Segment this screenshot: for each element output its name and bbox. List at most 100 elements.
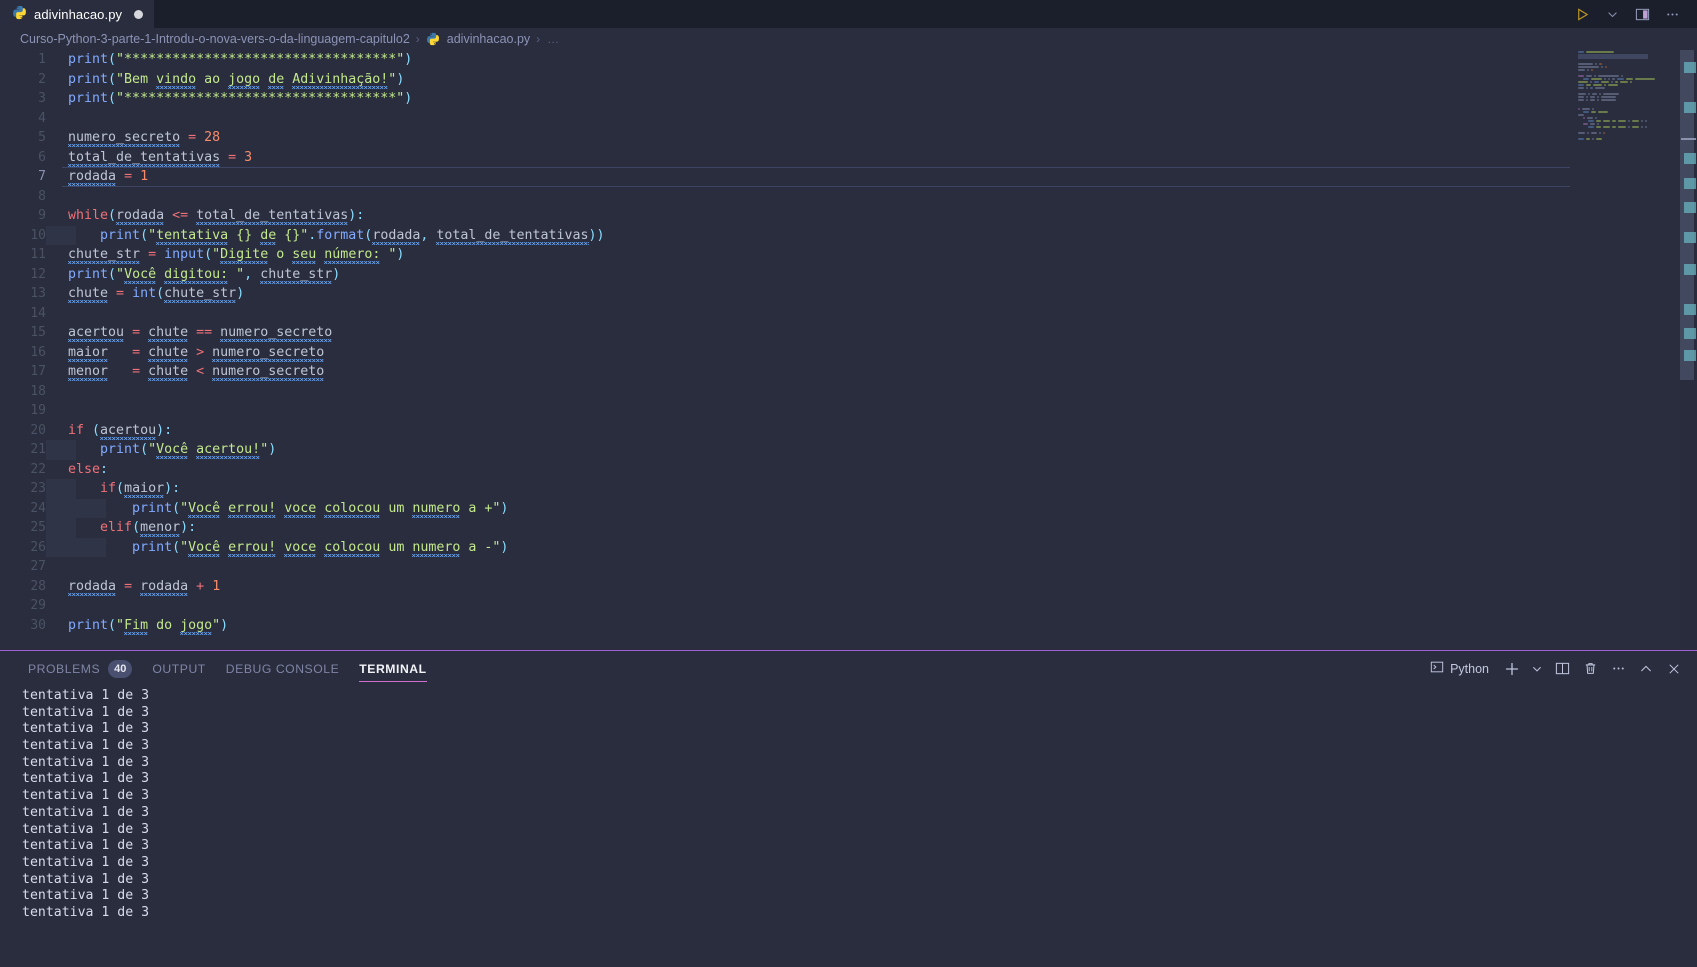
line-number: 21 bbox=[30, 442, 46, 457]
code-line[interactable]: 6 total_de_tentativas = 3 bbox=[0, 148, 1697, 168]
code-line-content[interactable]: print("Você digitou: ", chute_str) bbox=[46, 265, 1697, 285]
code-line-content[interactable]: elif(menor): bbox=[46, 518, 1697, 538]
terminal-line: tentativa 1 de 3 bbox=[22, 721, 150, 737]
line-number: 12 bbox=[30, 266, 46, 282]
code-line[interactable]: 1 print("********************************… bbox=[0, 50, 1697, 70]
code-line-content[interactable]: numero_secreto = 28 bbox=[46, 128, 1697, 148]
code-line-content[interactable]: if(maior): bbox=[46, 479, 1697, 499]
kill-terminal-button[interactable] bbox=[1577, 656, 1603, 682]
terminal-profile-select[interactable]: Python bbox=[1426, 657, 1497, 681]
code-line-content[interactable]: print("*********************************… bbox=[46, 50, 1697, 70]
code-line[interactable]: 17 menor = chute < numero_secreto bbox=[0, 362, 1697, 382]
code-line-content[interactable]: if (acertou): bbox=[46, 421, 1697, 441]
overview-ruler-mark bbox=[1684, 153, 1696, 164]
overview-ruler-mark bbox=[1684, 232, 1696, 243]
more-actions-button[interactable] bbox=[1659, 1, 1685, 27]
code-line[interactable]: 23 if(maior): bbox=[0, 479, 1697, 499]
terminal-line: tentativa 1 de 3 bbox=[22, 904, 150, 920]
code-line-content[interactable]: rodada = 1 bbox=[46, 167, 1697, 187]
breadcrumb-overflow[interactable]: … bbox=[546, 32, 560, 46]
code-line[interactable]: 3 print("********************************… bbox=[0, 89, 1697, 109]
code-line-content[interactable]: total_de_tentativas = 3 bbox=[46, 148, 1697, 168]
terminal-line: tentativa 1 de 3 bbox=[22, 871, 150, 887]
code-editor[interactable]: 1 print("********************************… bbox=[0, 50, 1697, 650]
editor-tab-adivinhacao-py[interactable]: adivinhacao.py bbox=[0, 0, 156, 28]
code-line[interactable]: 15 acertou = chute == numero_secreto bbox=[0, 323, 1697, 343]
code-line[interactable]: 8 bbox=[0, 187, 1697, 207]
code-line[interactable]: 27 bbox=[0, 557, 1697, 577]
maximize-panel-button[interactable] bbox=[1633, 656, 1659, 682]
terminal-profile-dropdown-button[interactable] bbox=[1527, 656, 1547, 682]
run-options-button[interactable] bbox=[1599, 1, 1625, 27]
code-line-content[interactable]: acertou = chute == numero_secreto bbox=[46, 323, 1697, 343]
code-line-content[interactable]: else: bbox=[46, 460, 1697, 480]
problems-count-badge: 40 bbox=[108, 659, 133, 678]
code-line[interactable]: 16 maior = chute > numero_secreto bbox=[0, 343, 1697, 363]
close-panel-button[interactable] bbox=[1661, 656, 1687, 682]
code-line-content[interactable]: print("Você acertou!") bbox=[46, 440, 1697, 460]
code-line-content[interactable]: print("Você errou! voce colocou um numer… bbox=[46, 537, 1697, 557]
code-line[interactable]: 25 elif(menor): bbox=[0, 518, 1697, 538]
line-number: 3 bbox=[38, 91, 46, 106]
unsaved-changes-indicator[interactable] bbox=[134, 9, 144, 19]
code-line-content[interactable]: print("Fim do jogo") bbox=[46, 616, 1697, 636]
new-terminal-button[interactable] bbox=[1499, 656, 1525, 682]
code-lines[interactable]: 1 print("********************************… bbox=[0, 50, 1697, 650]
editor-vertical-scrollbar[interactable] bbox=[1680, 50, 1697, 650]
split-editor-button[interactable] bbox=[1629, 1, 1655, 27]
tab-bar-empty-space bbox=[155, 0, 1569, 28]
code-line[interactable]: 5 numero_secreto = 28 bbox=[0, 128, 1697, 148]
panel-more-actions-button[interactable] bbox=[1605, 656, 1631, 682]
panel-tab-debug-console[interactable]: Debug Console bbox=[216, 651, 349, 686]
line-number: 15 bbox=[30, 325, 46, 340]
editor-tab-bar: adivinhacao.py bbox=[0, 0, 1697, 28]
code-line[interactable]: 4 bbox=[0, 109, 1697, 129]
panel-tab-output[interactable]: Output bbox=[142, 651, 215, 686]
breadcrumb-folder[interactable]: Curso-Python-3-parte-1-Introdu-o-nova-ve… bbox=[20, 32, 410, 46]
code-line-content[interactable]: print("tentativa {} de {}".format(rodada… bbox=[46, 225, 1697, 245]
code-line[interactable]: 21 print("Você acertou!") bbox=[0, 440, 1697, 460]
terminal-line: tentativa 1 de 3 bbox=[22, 704, 150, 720]
code-line-content[interactable]: chute = int(chute_str) bbox=[46, 284, 1697, 304]
code-line-content[interactable]: rodada = rodada + 1 bbox=[46, 577, 1697, 597]
code-line-content[interactable]: print("Você errou! voce colocou um numer… bbox=[46, 498, 1697, 518]
code-line-content[interactable]: chute_str = input("Digite o seu número: … bbox=[46, 245, 1697, 265]
code-line[interactable]: 19 bbox=[0, 401, 1697, 421]
code-line[interactable]: 9 while(rodada <= total_de_tentativas): bbox=[0, 206, 1697, 226]
indent-guide bbox=[46, 479, 76, 499]
code-line[interactable]: 12 print("Você digitou: ", chute_str) bbox=[0, 265, 1697, 285]
code-line-content[interactable]: while(rodada <= total_de_tentativas): bbox=[46, 206, 1697, 226]
code-line[interactable]: 20 if (acertou): bbox=[0, 421, 1697, 441]
code-line[interactable]: 7 rodada = 1 bbox=[0, 167, 1697, 187]
panel-tab-terminal[interactable]: Terminal bbox=[349, 651, 436, 686]
code-line[interactable]: 10 print("tentativa {} de {}".format(rod… bbox=[0, 225, 1697, 245]
code-line-content[interactable]: print("*********************************… bbox=[46, 89, 1697, 109]
line-number: 25 bbox=[30, 520, 46, 535]
terminal-line: tentativa 1 de 3 bbox=[22, 821, 150, 837]
code-line[interactable]: 29 bbox=[0, 596, 1697, 616]
code-line[interactable]: 2 print("Bem vindo ao jogo de Adivinhação… bbox=[0, 70, 1697, 90]
code-line[interactable]: 28 rodada = rodada + 1 bbox=[0, 577, 1697, 597]
code-line[interactable]: 30 print("Fim do jogo") bbox=[0, 616, 1697, 636]
line-number: 1 bbox=[38, 52, 46, 67]
code-line-content[interactable]: print("Bem vindo ao jogo de Adivinhação!… bbox=[46, 70, 1697, 90]
code-line[interactable]: 14 bbox=[0, 304, 1697, 324]
breadcrumb-file[interactable]: adivinhacao.py bbox=[447, 32, 530, 46]
indent-guide bbox=[76, 537, 106, 557]
panel-tab-problems[interactable]: Problems 40 bbox=[18, 651, 142, 686]
code-line[interactable]: 18 bbox=[0, 382, 1697, 402]
code-line[interactable]: 13 chute = int(chute_str) bbox=[0, 284, 1697, 304]
panel-tab-label: Debug Console bbox=[225, 661, 340, 676]
code-line[interactable]: 22 else: bbox=[0, 460, 1697, 480]
code-line[interactable]: 11 chute_str = input("Digite o seu número… bbox=[0, 245, 1697, 265]
code-line[interactable]: 24 print("Você errou! voce colocou um nu… bbox=[0, 498, 1697, 518]
overview-ruler-mark bbox=[1684, 328, 1696, 339]
code-line[interactable]: 26 print("Você errou! voce colocou um nu… bbox=[0, 537, 1697, 557]
panel-header: Problems 40 Output Debug Console Terminal Py… bbox=[0, 651, 1697, 686]
split-terminal-button[interactable] bbox=[1549, 656, 1575, 682]
code-line-content[interactable]: menor = chute < numero_secreto bbox=[46, 362, 1697, 382]
run-button[interactable] bbox=[1569, 1, 1595, 27]
code-line-content[interactable]: maior = chute > numero_secreto bbox=[46, 343, 1697, 363]
line-number: 17 bbox=[30, 364, 46, 379]
terminal-output[interactable]: tentativa 1 de 3 tentativa 1 de 3 tentativ… bbox=[0, 686, 1697, 967]
